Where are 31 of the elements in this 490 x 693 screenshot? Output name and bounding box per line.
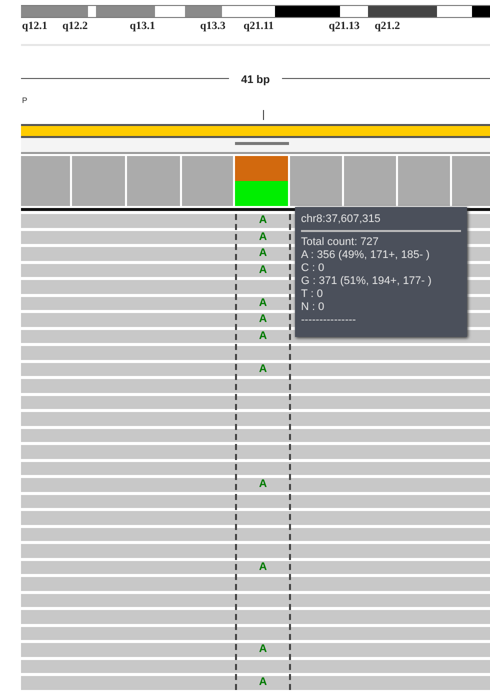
base-letter: A (258, 215, 268, 226)
base-letter: A (258, 248, 268, 260)
band-label: q13.3 (200, 20, 226, 32)
base-letter: A (258, 364, 268, 375)
position-marker (235, 142, 289, 145)
base-letter: A (258, 314, 268, 326)
base-letter: A (258, 298, 268, 309)
tooltip-line: --------------- (301, 314, 357, 327)
band-label: q21.13 (328, 20, 360, 32)
tooltip-title: chr8:37,607,315 (301, 213, 461, 232)
base-letter: A (258, 479, 268, 490)
tooltip-line: N : 0 (301, 301, 326, 314)
band-label: q21.11 (244, 20, 274, 32)
base-letter: A (258, 232, 268, 243)
band-label: q13.1 (130, 20, 156, 32)
base-letter: A (258, 644, 268, 656)
center-tick (263, 110, 264, 120)
tooltip-line: G : 371 (51%, 194+, 177- ) (301, 275, 433, 288)
tooltip-line: Total count: 727 (301, 236, 380, 249)
base-letter: A (258, 330, 268, 342)
base-letter: A (258, 264, 268, 276)
tooltip-line: C : 0 (301, 262, 326, 275)
ruler-span-label: 41 bp (240, 74, 271, 86)
track-label: P (22, 96, 28, 105)
band-label: q12.2 (62, 20, 88, 32)
band-label: q21.2 (374, 20, 400, 32)
band-label: q12.1 (22, 20, 48, 32)
tooltip-line: T : 0 (301, 288, 324, 301)
tooltip-line: A : 356 (49%, 171+, 185- ) (301, 249, 431, 262)
base-letter: A (258, 562, 268, 573)
base-letter: A (258, 677, 268, 688)
